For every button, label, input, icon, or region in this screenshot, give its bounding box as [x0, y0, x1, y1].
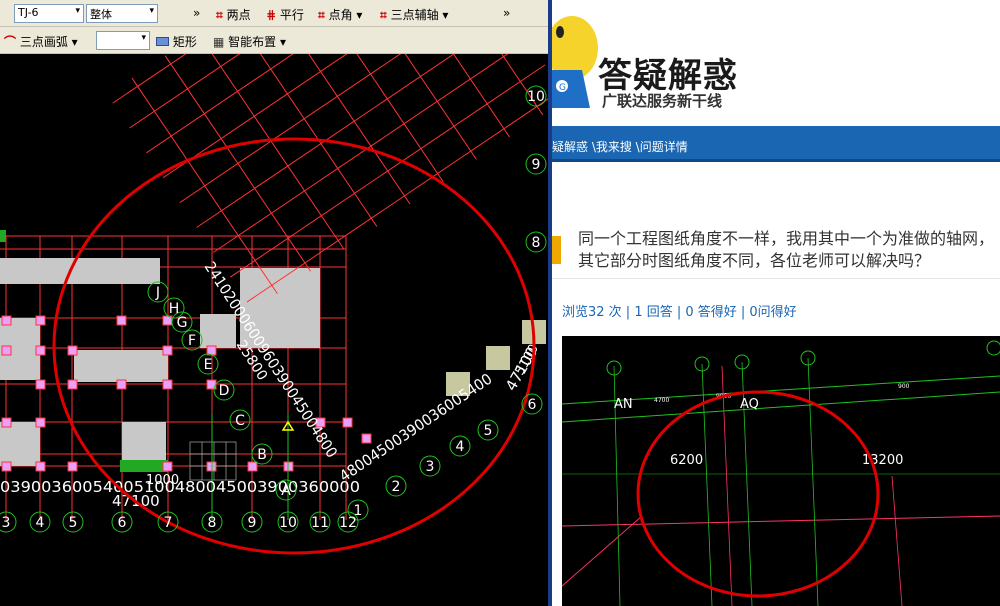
smart-layout-button[interactable]: ▦ 智能布置 ▾	[213, 33, 286, 50]
more-icon[interactable]: »	[503, 6, 510, 20]
angle-icon: ⌗	[318, 8, 325, 22]
cad-drawing-canvas[interactable]: 03900360054005100480045003900360000 4 7 10…	[0, 54, 548, 606]
question-image: AN AQ 4700 9900 900 6200 13200	[562, 336, 1000, 606]
rectangle-label: 矩形	[172, 35, 197, 49]
axis-label-diagonal: 1	[354, 503, 363, 519]
axis-label-bottom: 10	[279, 515, 297, 531]
cad-window: TJ-6 ▾ 整体 ▾ » ⌗ 两点 ⋕ 平行 ⌗ 点角 ▾ ⌗ 三点辅轴 ▾ » …	[0, 0, 548, 606]
parallel-icon: ⋕	[266, 8, 277, 22]
qa-webpage: G 答疑解惑 广联达服务新干线 疑解惑 \我来搜 \问题详情 同一个工程图纸角度…	[552, 0, 1000, 606]
axis-label-letter: J	[155, 285, 160, 301]
axis-label-bottom: 6	[118, 515, 127, 531]
two-points-label: 两点	[226, 8, 251, 22]
axis-label-letter: F	[188, 333, 196, 349]
axis-label-bottom: 8	[208, 515, 217, 531]
axis-label-diagonal: 2	[392, 479, 401, 495]
scope-value: 整体	[90, 8, 112, 21]
axis-label-right: 9	[532, 157, 541, 173]
dimension-1000: 1000	[146, 473, 179, 488]
smart-layout-label: 智能布置	[228, 35, 277, 49]
dimension-left: 6200	[670, 453, 703, 468]
more-icon[interactable]: »	[193, 6, 200, 20]
axis-label-letter: G	[177, 315, 188, 331]
point-angle-button[interactable]: ⌗ 点角 ▾	[318, 6, 362, 23]
parallel-button[interactable]: ⋕ 平行	[266, 6, 304, 23]
axis-label-letter: E	[204, 357, 213, 373]
question-marker	[552, 236, 561, 264]
rectangle-button[interactable]: 矩形	[156, 33, 197, 50]
green-block	[0, 230, 6, 242]
divider-line	[552, 278, 1000, 279]
three-point-axis-label: 三点辅轴	[390, 8, 439, 22]
parallel-label: 平行	[279, 8, 304, 22]
axis-label-bottom: 9	[248, 515, 257, 531]
axis-label-bottom: 4	[36, 515, 45, 531]
point-angle-label: 点角	[328, 8, 353, 22]
layer-value: TJ-6	[18, 6, 39, 19]
two-points-button[interactable]: ⌗ 两点	[216, 6, 251, 23]
axis-label-diagonal: 6	[528, 397, 537, 413]
scope-dropdown[interactable]: 整体 ▾	[86, 4, 158, 23]
layer-dropdown[interactable]: TJ-6 ▾	[14, 4, 84, 23]
arc-icon: ⌒	[4, 35, 17, 49]
axis-label-right: 8	[532, 235, 541, 251]
draw-toolbar: TJ-6 ▾ 整体 ▾ » ⌗ 两点 ⋕ 平行 ⌗ 点角 ▾ ⌗ 三点辅轴 ▾ »	[0, 0, 548, 27]
shape-toolbar: ⌒ 三点画弧 ▾ ▾ 矩形 ▦ 智能布置 ▾	[0, 27, 548, 54]
three-point-axis-button[interactable]: ⌗ 三点辅轴 ▾	[380, 6, 448, 23]
axis-label-bottom: 5	[69, 515, 78, 531]
axis-label-right: 10	[527, 89, 545, 105]
three-point-arc-label: 三点画弧	[19, 35, 68, 49]
site-logo-subtitle: 广联达服务新干线	[602, 92, 723, 110]
diagonal-dimensions: 48004500390036005400	[336, 370, 495, 486]
axis-label-letter: B	[257, 447, 267, 463]
svg-text:G: G	[559, 83, 566, 93]
arc-option-dropdown[interactable]: ▾	[96, 31, 150, 50]
hatched-pad	[189, 441, 237, 481]
axis-label-diagonal: 4	[456, 439, 465, 455]
bottom-dimensions: 03900360054005100480045003900360000	[0, 478, 360, 496]
chevron-down-icon: ▾	[149, 6, 154, 16]
question-title: 同一个工程图纸角度不一样，我用其中一个为准做的轴网，其它部分时图纸角度不同，各位…	[578, 229, 995, 270]
chevron-down-icon: ▾	[141, 33, 146, 43]
axis-label-letter: C	[235, 413, 245, 429]
axis-label-bottom: 11	[311, 515, 329, 531]
axis-label-letter: A	[281, 483, 291, 499]
axis-label-bottom: 3	[2, 515, 11, 531]
grid-label-an: AN	[614, 397, 633, 412]
breadcrumb[interactable]: 疑解惑 \我来搜 \问题详情	[552, 138, 688, 155]
green-block	[120, 460, 168, 472]
axis-icon: ⌗	[380, 8, 387, 22]
question-stats[interactable]: 浏览32 次 | 1 回答 | 0 答得好 | 0问得好	[562, 301, 797, 320]
axis-label-letter: D	[219, 383, 230, 399]
small-dimension: 4700	[654, 397, 669, 404]
axis-label-diagonal: 3	[426, 459, 435, 475]
axis-icon: ⌗	[216, 8, 223, 22]
small-dimension: 900	[898, 383, 910, 390]
mascot-logo: G	[552, 16, 598, 108]
rotated-grid	[112, 54, 548, 303]
three-point-arc-button[interactable]: ⌒ 三点画弧 ▾	[4, 33, 78, 50]
axis-label-diagonal: 5	[484, 423, 493, 439]
grid-icon: ▦	[213, 35, 225, 49]
grid-label-aq: AQ	[740, 397, 759, 412]
axis-label-bottom: 7	[164, 515, 173, 531]
rectangle-icon	[156, 37, 169, 46]
chevron-down-icon: ▾	[75, 6, 80, 16]
